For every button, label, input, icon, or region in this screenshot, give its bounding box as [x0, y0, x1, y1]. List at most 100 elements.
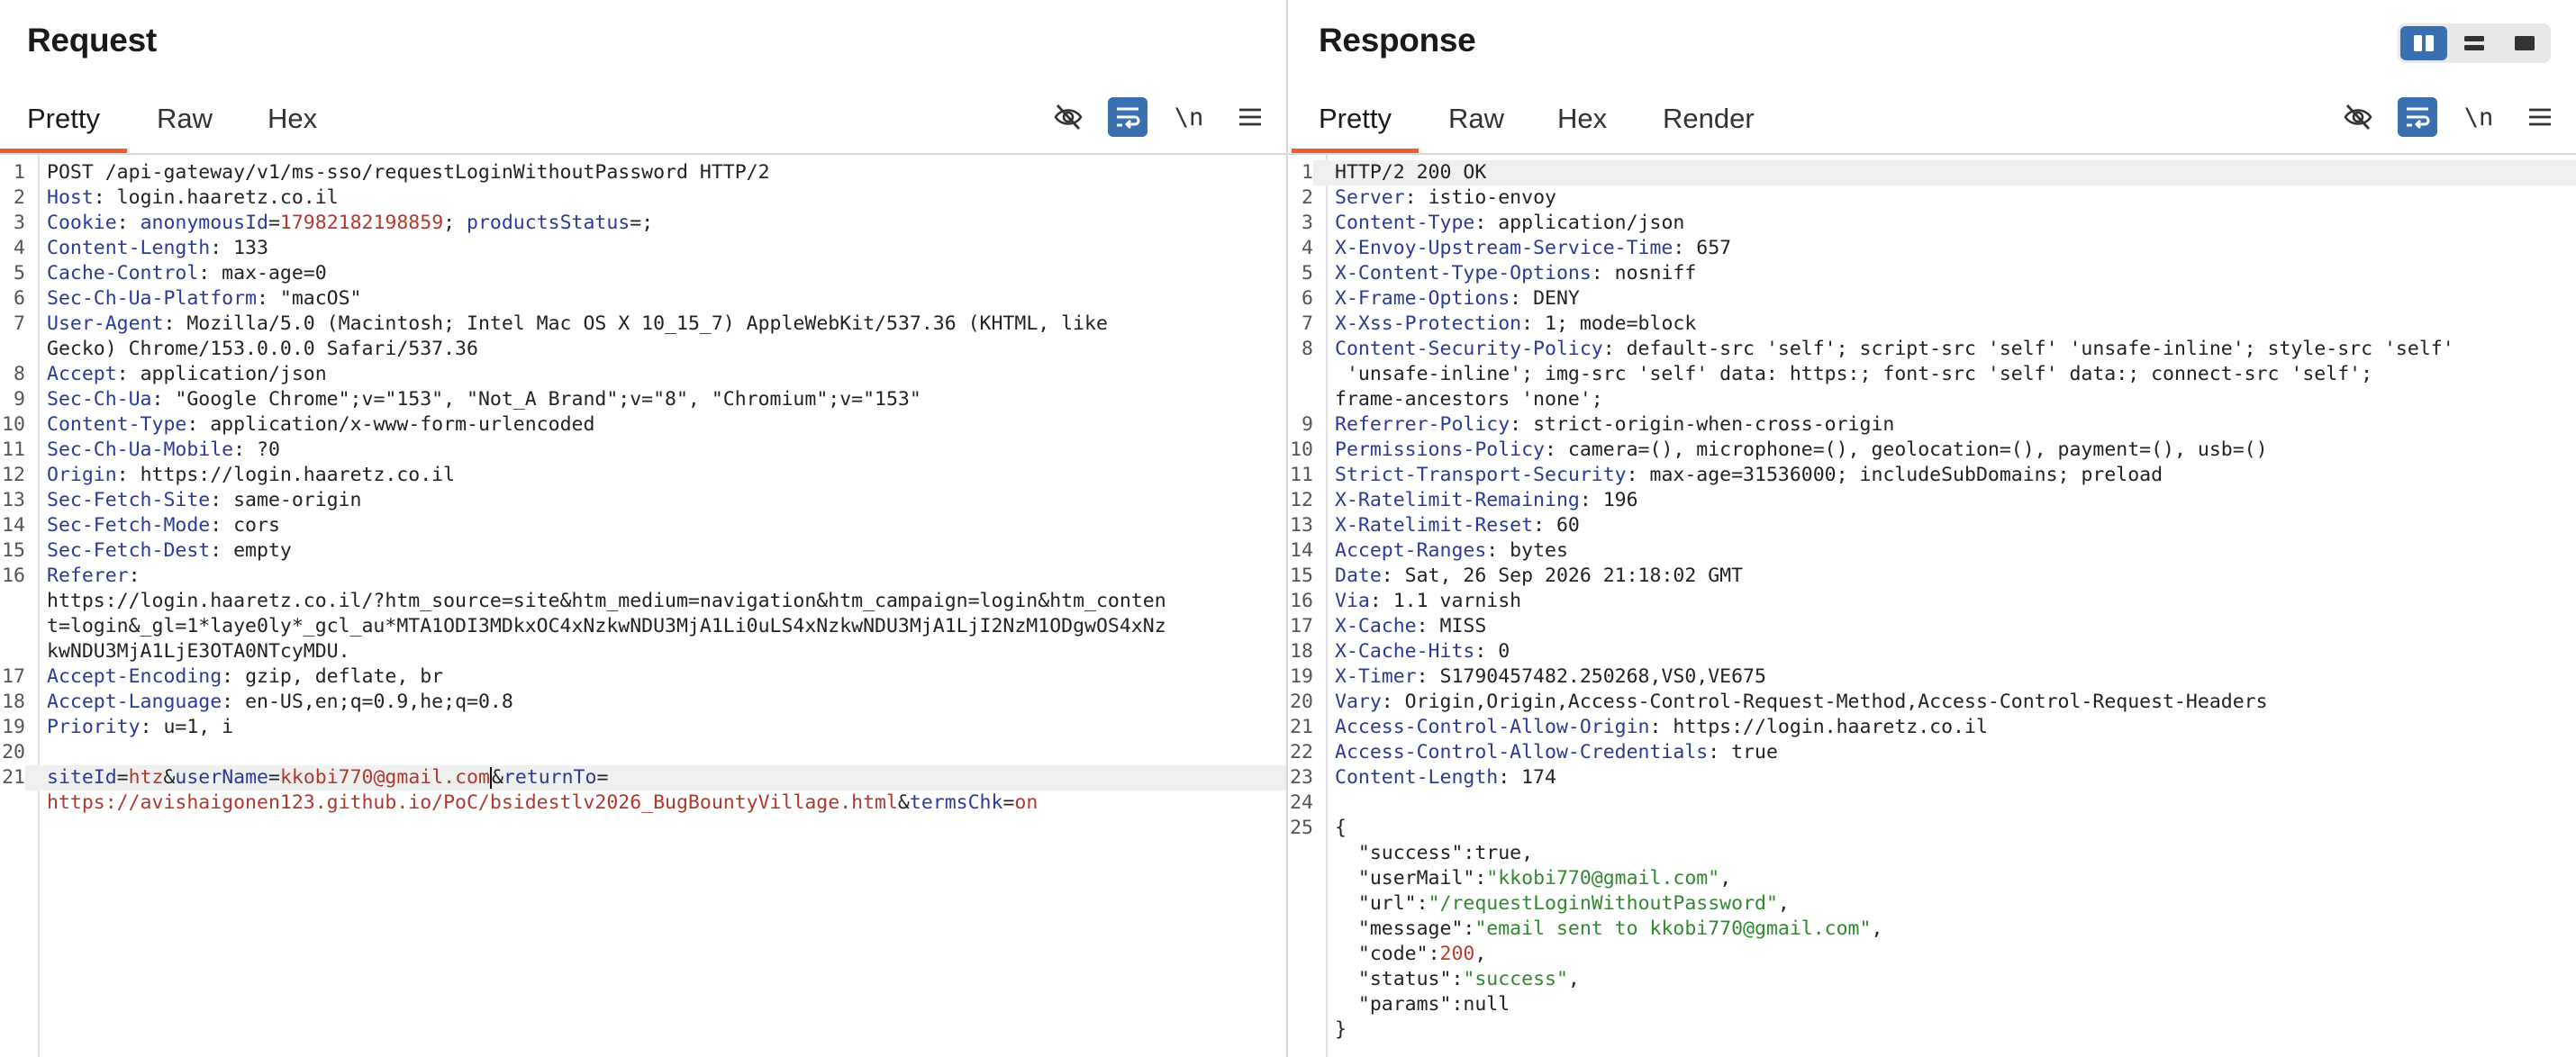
line-content: X-Cache: MISS [1335, 615, 1487, 637]
json-value: true [1474, 842, 1522, 864]
wrap-icon[interactable] [1108, 97, 1147, 137]
line-number: 18 [2, 691, 25, 713]
header-name: Permissions-Policy [1335, 438, 1545, 461]
request-body[interactable]: siteId=htz&userName=kkobi770@gmail.com&r… [25, 765, 1286, 790]
header-name: Vary [1335, 691, 1382, 713]
line-content: Priority: u=1, i [47, 716, 234, 738]
header-value: strict-origin-when-cross-origin [1521, 413, 1895, 436]
request-line: 7 User-Agent: Mozilla/5.0 (Macintosh; Int… [0, 312, 1286, 337]
request-lines: 1 POST /api-gateway/v1/ms-sso/requestLogi… [0, 160, 1286, 816]
header-name: Sec-Ch-Ua-Platform [47, 287, 257, 310]
header-value: application/json [1486, 212, 1685, 234]
line-number: 14 [2, 514, 25, 537]
line-number: 10 [1290, 438, 1313, 461]
response-toolbar: \n [2338, 95, 2560, 139]
layout-split-icon[interactable] [2400, 26, 2447, 60]
request-line: 17 Accept-Encoding: gzip, deflate, br [0, 664, 1286, 690]
line-content: Content-Security-Policy: default-src 'se… [1335, 338, 2454, 360]
newline-icon[interactable]: \n [2457, 97, 2500, 137]
header-value: S1790457482.250268,VS0,VE675 [1428, 665, 1766, 688]
header-name: Sec-Fetch-Mode [47, 514, 211, 537]
line-content: Origin: https://login.haaretz.co.il [47, 464, 456, 486]
line-number [0, 589, 25, 614]
response-line: 12 X-Ratelimit-Remaining: 196 [1288, 488, 2576, 513]
request-editor[interactable]: 1 POST /api-gateway/v1/ms-sso/requestLogi… [0, 155, 1286, 1057]
eye-slash-icon[interactable] [1048, 97, 1088, 137]
layout-single-icon[interactable] [2501, 26, 2548, 60]
line-number: 8 [14, 363, 25, 385]
line-number: 11 [1290, 464, 1313, 486]
json-open-line: 25 { [1288, 816, 2576, 841]
line-number [0, 614, 25, 639]
header-value: u=1, i [151, 716, 234, 738]
header-value: "macOS" [268, 287, 362, 310]
param-value: htz [128, 766, 164, 789]
header-value: ?0 [245, 438, 280, 461]
header-value: same-origin [222, 489, 362, 511]
header-value: 1.1 varnish [1381, 590, 1522, 612]
header-name: Priority [47, 716, 141, 738]
layout-stack-icon[interactable] [2451, 26, 2498, 60]
menu-icon[interactable] [1230, 97, 1270, 137]
request-line: 1 POST /api-gateway/v1/ms-sso/requestLogi… [0, 160, 1286, 185]
response-pane: Response Pretty Raw Hex Render \n 1 HTTP… [1288, 0, 2576, 1057]
param-value: https://avishaigonen123.github.io/PoC/bs… [47, 791, 898, 814]
header-value: Sat, 26 Sep 2026 21:18:02 GMT [1392, 565, 1744, 587]
response-line: 19 X-Timer: S1790457482.250268,VS0,VE675 [1288, 664, 2576, 690]
line-content: Content-Length: 174 [1335, 766, 1556, 789]
response-line: 14 Accept-Ranges: bytes [1288, 538, 2576, 564]
header-name: X-Ratelimit-Remaining [1335, 489, 1580, 511]
response-editor[interactable]: 1 HTTP/2 200 OK 2 Server: istio-envoy 3 Conte… [1288, 155, 2576, 1057]
request-line: kwNDU3MjA1LjE3OTA0NTcyMDU. [0, 639, 1286, 664]
http-message-editor: Request Pretty Raw Hex \n 1 POST /api-gat… [0, 0, 2576, 1057]
line-content: Sec-Fetch-Site: same-origin [47, 489, 362, 511]
response-line: 3 Content-Type: application/json [1288, 211, 2576, 236]
wrap-icon[interactable] [2398, 97, 2437, 137]
response-tab-render[interactable]: Render [1663, 90, 1755, 151]
header-name: Content-Length [1335, 766, 1499, 789]
response-tab-raw[interactable]: Raw [1448, 90, 1504, 151]
eye-slash-icon[interactable] [2338, 97, 2378, 137]
json-value: "success" [1463, 968, 1568, 990]
response-line: 6 X-Frame-Options: DENY [1288, 286, 2576, 312]
line-content: Sec-Ch-Ua: "Google Chrome";v="153", "Not… [47, 388, 921, 411]
header-value: 174 [1510, 766, 1556, 789]
header-name: X-Xss-Protection [1335, 312, 1522, 335]
line-text: POST /api-gateway/v1/ms-sso/requestLogin… [47, 161, 770, 184]
response-line: 15 Date: Sat, 26 Sep 2026 21:18:02 GMT [1288, 564, 2576, 589]
line-number: 13 [2, 489, 25, 511]
header-value: max-age=0 [210, 262, 327, 285]
line-number: 2 [1302, 186, 1313, 209]
line-content [25, 740, 1286, 765]
line-number: 17 [1290, 615, 1313, 637]
request-tab-pretty[interactable]: Pretty [0, 90, 127, 153]
line-number: 18 [1290, 640, 1313, 663]
header-name: Content-Type [47, 413, 187, 436]
header-value: https://login.haaretz.co.il [128, 464, 456, 486]
header-value: login.haaretz.co.il [104, 186, 339, 209]
header-name: Referer [47, 565, 129, 587]
json-key: "message" [1357, 917, 1464, 940]
json-value: 200 [1439, 943, 1475, 965]
line-content: Cookie: anonymousId=17982182198859; prod… [47, 212, 654, 234]
cookie-value: 17982182198859 [279, 212, 444, 234]
response-line: 23 Content-Length: 174 [1288, 765, 2576, 790]
response-line: 7 X-Xss-Protection: 1; mode=block [1288, 312, 2576, 337]
json-entry: "url":"/requestLoginWithoutPassword", [1357, 892, 1790, 915]
line-content: Sec-Ch-Ua-Mobile: ?0 [47, 438, 280, 461]
json-key: "userMail" [1357, 867, 1475, 890]
header-value: 133 [222, 237, 268, 259]
response-tab-pretty[interactable]: Pretty [1292, 90, 1419, 153]
response-tab-hex[interactable]: Hex [1557, 90, 1607, 151]
menu-icon[interactable] [2520, 97, 2560, 137]
param-value: on [1014, 791, 1039, 814]
line-number: 8 [1302, 338, 1313, 360]
request-tab-raw[interactable]: Raw [157, 90, 213, 151]
request-tab-hex[interactable]: Hex [268, 90, 317, 151]
line-number: 9 [1302, 413, 1313, 436]
header-value: nosniff [1602, 262, 1697, 285]
newline-icon[interactable]: \n [1167, 97, 1211, 137]
line-content: X-Ratelimit-Reset: 60 [1335, 514, 1580, 537]
header-value: application/x-www-form-urlencoded [198, 413, 595, 436]
line-content: Content-Length: 133 [47, 237, 268, 259]
